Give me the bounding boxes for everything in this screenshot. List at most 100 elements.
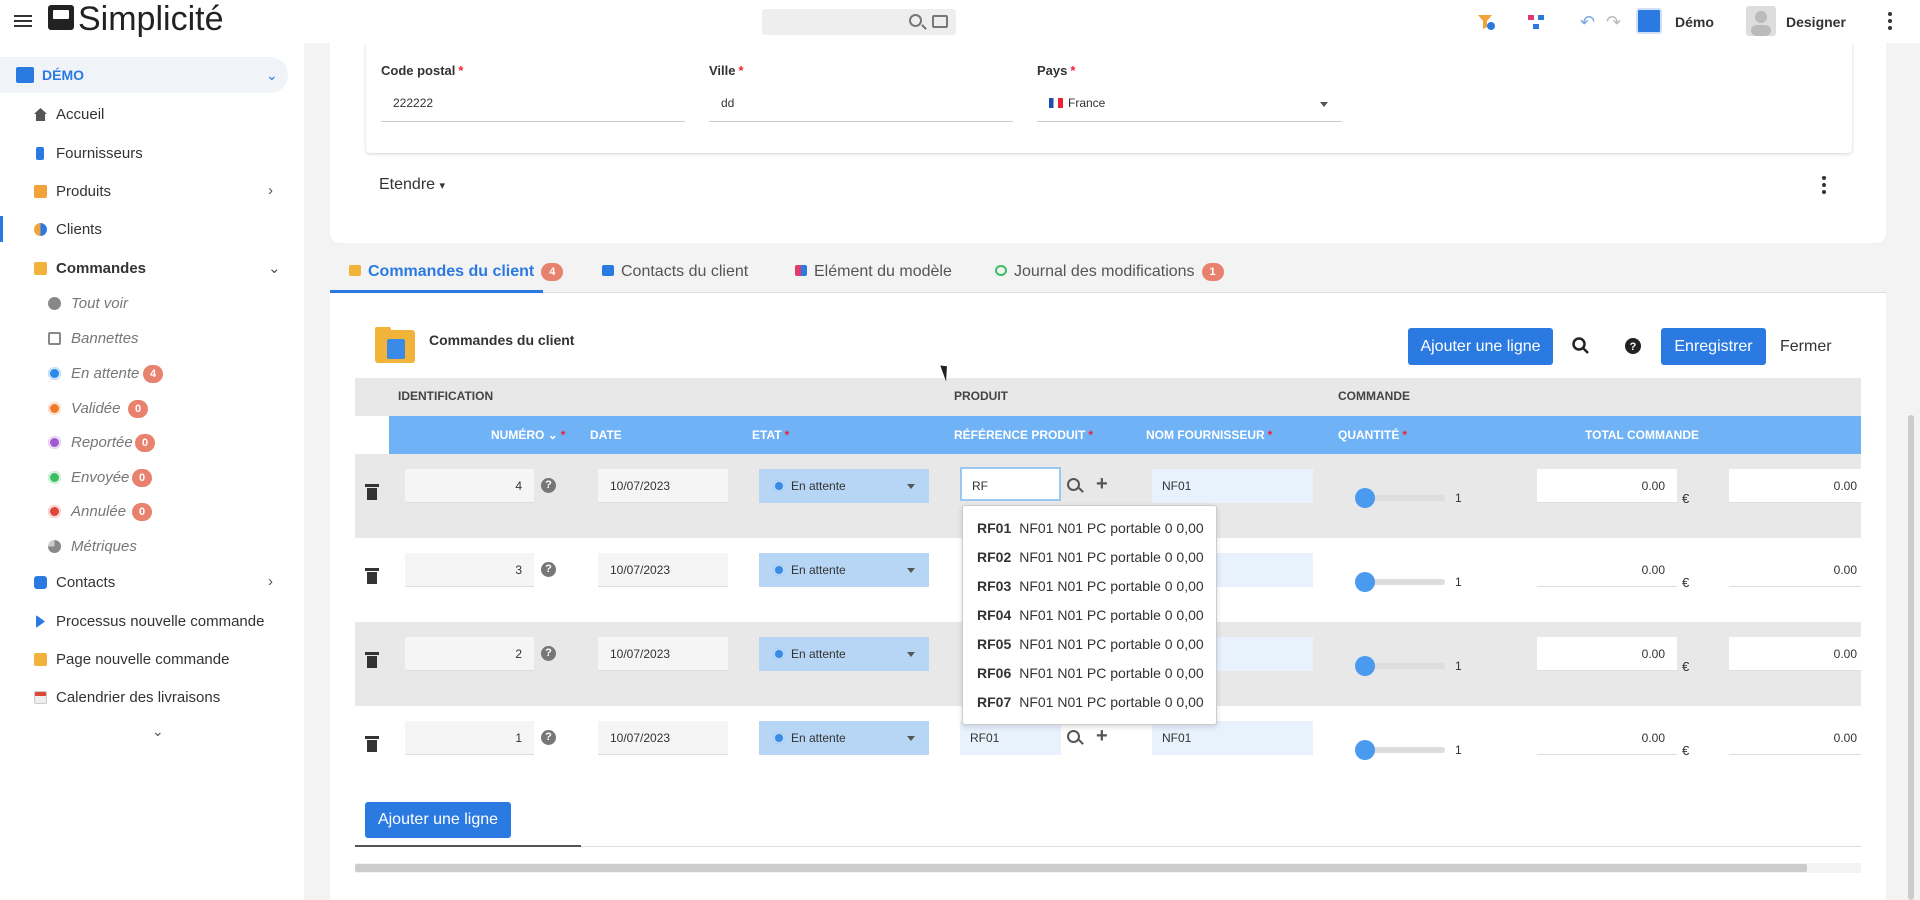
sidebar-item-commandes[interactable]: Commandes ⌄ [0, 251, 304, 285]
plus-icon[interactable]: + [1096, 473, 1108, 496]
sidebar-sub-metriques[interactable]: Métriques [0, 531, 304, 561]
add-row-bottom-button[interactable]: Ajouter une ligne [365, 802, 511, 838]
model-icon[interactable] [1526, 12, 1546, 32]
city-field[interactable]: dd [709, 88, 1013, 122]
numero-field[interactable]: 2 [405, 637, 534, 671]
user-avatar[interactable] [1746, 6, 1776, 36]
help-icon[interactable]: ? [541, 730, 556, 745]
state-select[interactable]: En attente [759, 469, 929, 503]
slider-handle[interactable] [1355, 488, 1375, 508]
numero-field[interactable]: 1 [405, 721, 534, 755]
col-quantite[interactable]: QUANTITÉ * [1338, 428, 1407, 442]
sidebar-sub-envoyee[interactable]: Envoyée 0 [0, 462, 304, 492]
extra-field[interactable]: 0.00 [1729, 469, 1861, 503]
state-select[interactable]: En attente [759, 553, 929, 587]
help-icon[interactable]: ? [541, 478, 556, 493]
chevron-right-icon[interactable]: › [268, 182, 273, 199]
autocomplete-option[interactable]: RF06 NF01 N01 PC portable 0 0,00 [977, 665, 1204, 689]
save-button[interactable]: Enregistrer [1661, 328, 1766, 365]
slider-handle[interactable] [1355, 572, 1375, 592]
ref-produit-input[interactable]: RF [960, 467, 1061, 501]
undo-icon[interactable]: ↶ [1580, 12, 1595, 33]
sidebar-sub-bannettes[interactable]: Bannettes [0, 323, 304, 353]
col-date[interactable]: DATE [590, 428, 622, 442]
slider-handle[interactable] [1355, 656, 1375, 676]
redo-icon[interactable]: ↷ [1606, 12, 1621, 33]
chevron-right-icon[interactable]: › [268, 573, 273, 590]
scope-avatar[interactable] [1636, 8, 1662, 34]
autocomplete-option[interactable]: RF07 NF01 N01 PC portable 0 0,00 [977, 694, 1204, 718]
sidebar-item-accueil[interactable]: Accueil [0, 97, 304, 131]
panel-more-icon[interactable] [1822, 176, 1826, 197]
sidebar-item-fournisseurs[interactable]: Fournisseurs [0, 136, 304, 170]
sidebar-item-page-commande[interactable]: Page nouvelle commande [0, 642, 304, 676]
keyboard-icon[interactable] [932, 15, 948, 28]
date-field[interactable]: 10/07/2023 [598, 553, 728, 587]
tab-element-modele[interactable]: Elément du modèle [795, 263, 952, 293]
total-field[interactable]: 0.00 [1537, 469, 1677, 503]
ref-produit-input[interactable]: RF01 [960, 721, 1061, 755]
extra-field[interactable]: 0.00 [1729, 637, 1861, 671]
sidebar-item-clients[interactable]: Clients [0, 212, 304, 246]
close-button[interactable]: Fermer [1780, 338, 1832, 356]
col-nom-fournisseur[interactable]: NOM FOURNISSEUR * [1146, 428, 1272, 442]
state-select[interactable]: En attente [759, 637, 929, 671]
user-label[interactable]: Designer [1786, 14, 1846, 30]
col-ref-produit[interactable]: RÉFÉRENCE PRODUIT * [954, 428, 1093, 442]
autocomplete-option[interactable]: RF05 NF01 N01 PC portable 0 0,00 [977, 636, 1204, 660]
chevron-down-icon[interactable]: ⌄ [268, 259, 281, 277]
autocomplete-option[interactable]: RF01 NF01 N01 PC portable 0 0,00 [977, 520, 1204, 544]
sidebar-item-produits[interactable]: Produits › [0, 174, 304, 208]
autocomplete-option[interactable]: RF02 NF01 N01 PC portable 0 0,00 [977, 549, 1204, 573]
scope-label[interactable]: Démo [1675, 14, 1714, 30]
col-etat[interactable]: ETAT * [752, 428, 789, 442]
date-field[interactable]: 10/07/2023 [598, 721, 728, 755]
sidebar-sub-tout-voir[interactable]: Tout voir [0, 288, 304, 318]
col-total[interactable]: TOTAL COMMANDE [1585, 428, 1699, 442]
sidebar-item-contacts[interactable]: Contacts › [0, 565, 304, 599]
slider-handle[interactable] [1355, 740, 1375, 760]
country-select[interactable]: France [1037, 88, 1342, 122]
col-numero[interactable]: NUMÉRO ⌄ * [491, 428, 565, 442]
total-field[interactable]: 0.00 [1537, 721, 1677, 755]
vertical-scrollbar[interactable] [1908, 415, 1914, 900]
fournisseur-field[interactable]: NF01 [1152, 721, 1313, 755]
sidebar-item-processus[interactable]: Processus nouvelle commande [0, 604, 304, 638]
menu-icon[interactable] [14, 12, 32, 28]
date-field[interactable]: 10/07/2023 [598, 637, 728, 671]
search-icon[interactable] [1067, 730, 1080, 743]
plus-icon[interactable]: + [1096, 725, 1108, 748]
autocomplete-option[interactable]: RF04 NF01 N01 PC portable 0 0,00 [977, 607, 1204, 631]
sidebar-sub-reportee[interactable]: Reportée 0 [0, 427, 304, 457]
date-field[interactable]: 10/07/2023 [598, 469, 728, 503]
trash-icon[interactable] [365, 568, 379, 584]
numero-field[interactable]: 4 [405, 469, 534, 503]
global-search-input[interactable] [762, 9, 956, 35]
extend-toggle[interactable]: Etendre ▾ [379, 176, 445, 194]
postal-code-field[interactable]: 222222 [381, 88, 685, 122]
search-icon[interactable] [1572, 337, 1590, 360]
chevron-down-icon[interactable]: ⌄ [266, 67, 278, 84]
extra-field[interactable]: 0.00 [1729, 721, 1861, 755]
total-field[interactable]: 0.00 [1537, 553, 1677, 587]
help-icon[interactable]: ? [1624, 337, 1642, 360]
app-logo[interactable]: Simplicité [78, 0, 223, 39]
help-icon[interactable]: ? [541, 562, 556, 577]
trash-icon[interactable] [365, 652, 379, 668]
add-row-button[interactable]: Ajouter une ligne [1408, 328, 1553, 365]
sidebar-group-demo[interactable]: DÉMO ⌄ [0, 57, 288, 93]
extra-field[interactable]: 0.00 [1729, 553, 1861, 587]
autocomplete-option[interactable]: RF03 NF01 N01 PC portable 0 0,00 [977, 578, 1204, 602]
more-icon[interactable] [1888, 12, 1892, 33]
total-field[interactable]: 0.00 [1537, 637, 1677, 671]
chevron-down-icon[interactable]: ⌄ [152, 723, 164, 740]
fournisseur-field[interactable]: NF01 [1152, 469, 1313, 503]
state-select[interactable]: En attente [759, 721, 929, 755]
sidebar-sub-validee[interactable]: Validée 0 [0, 393, 304, 423]
tab-journal[interactable]: Journal des modifications 1 [995, 263, 1224, 293]
sidebar-sub-en-attente[interactable]: En attente 4 [0, 358, 304, 388]
search-icon[interactable] [909, 14, 922, 27]
numero-field[interactable]: 3 [405, 553, 534, 587]
trash-icon[interactable] [365, 736, 379, 752]
horizontal-scrollbar[interactable] [355, 864, 1807, 872]
